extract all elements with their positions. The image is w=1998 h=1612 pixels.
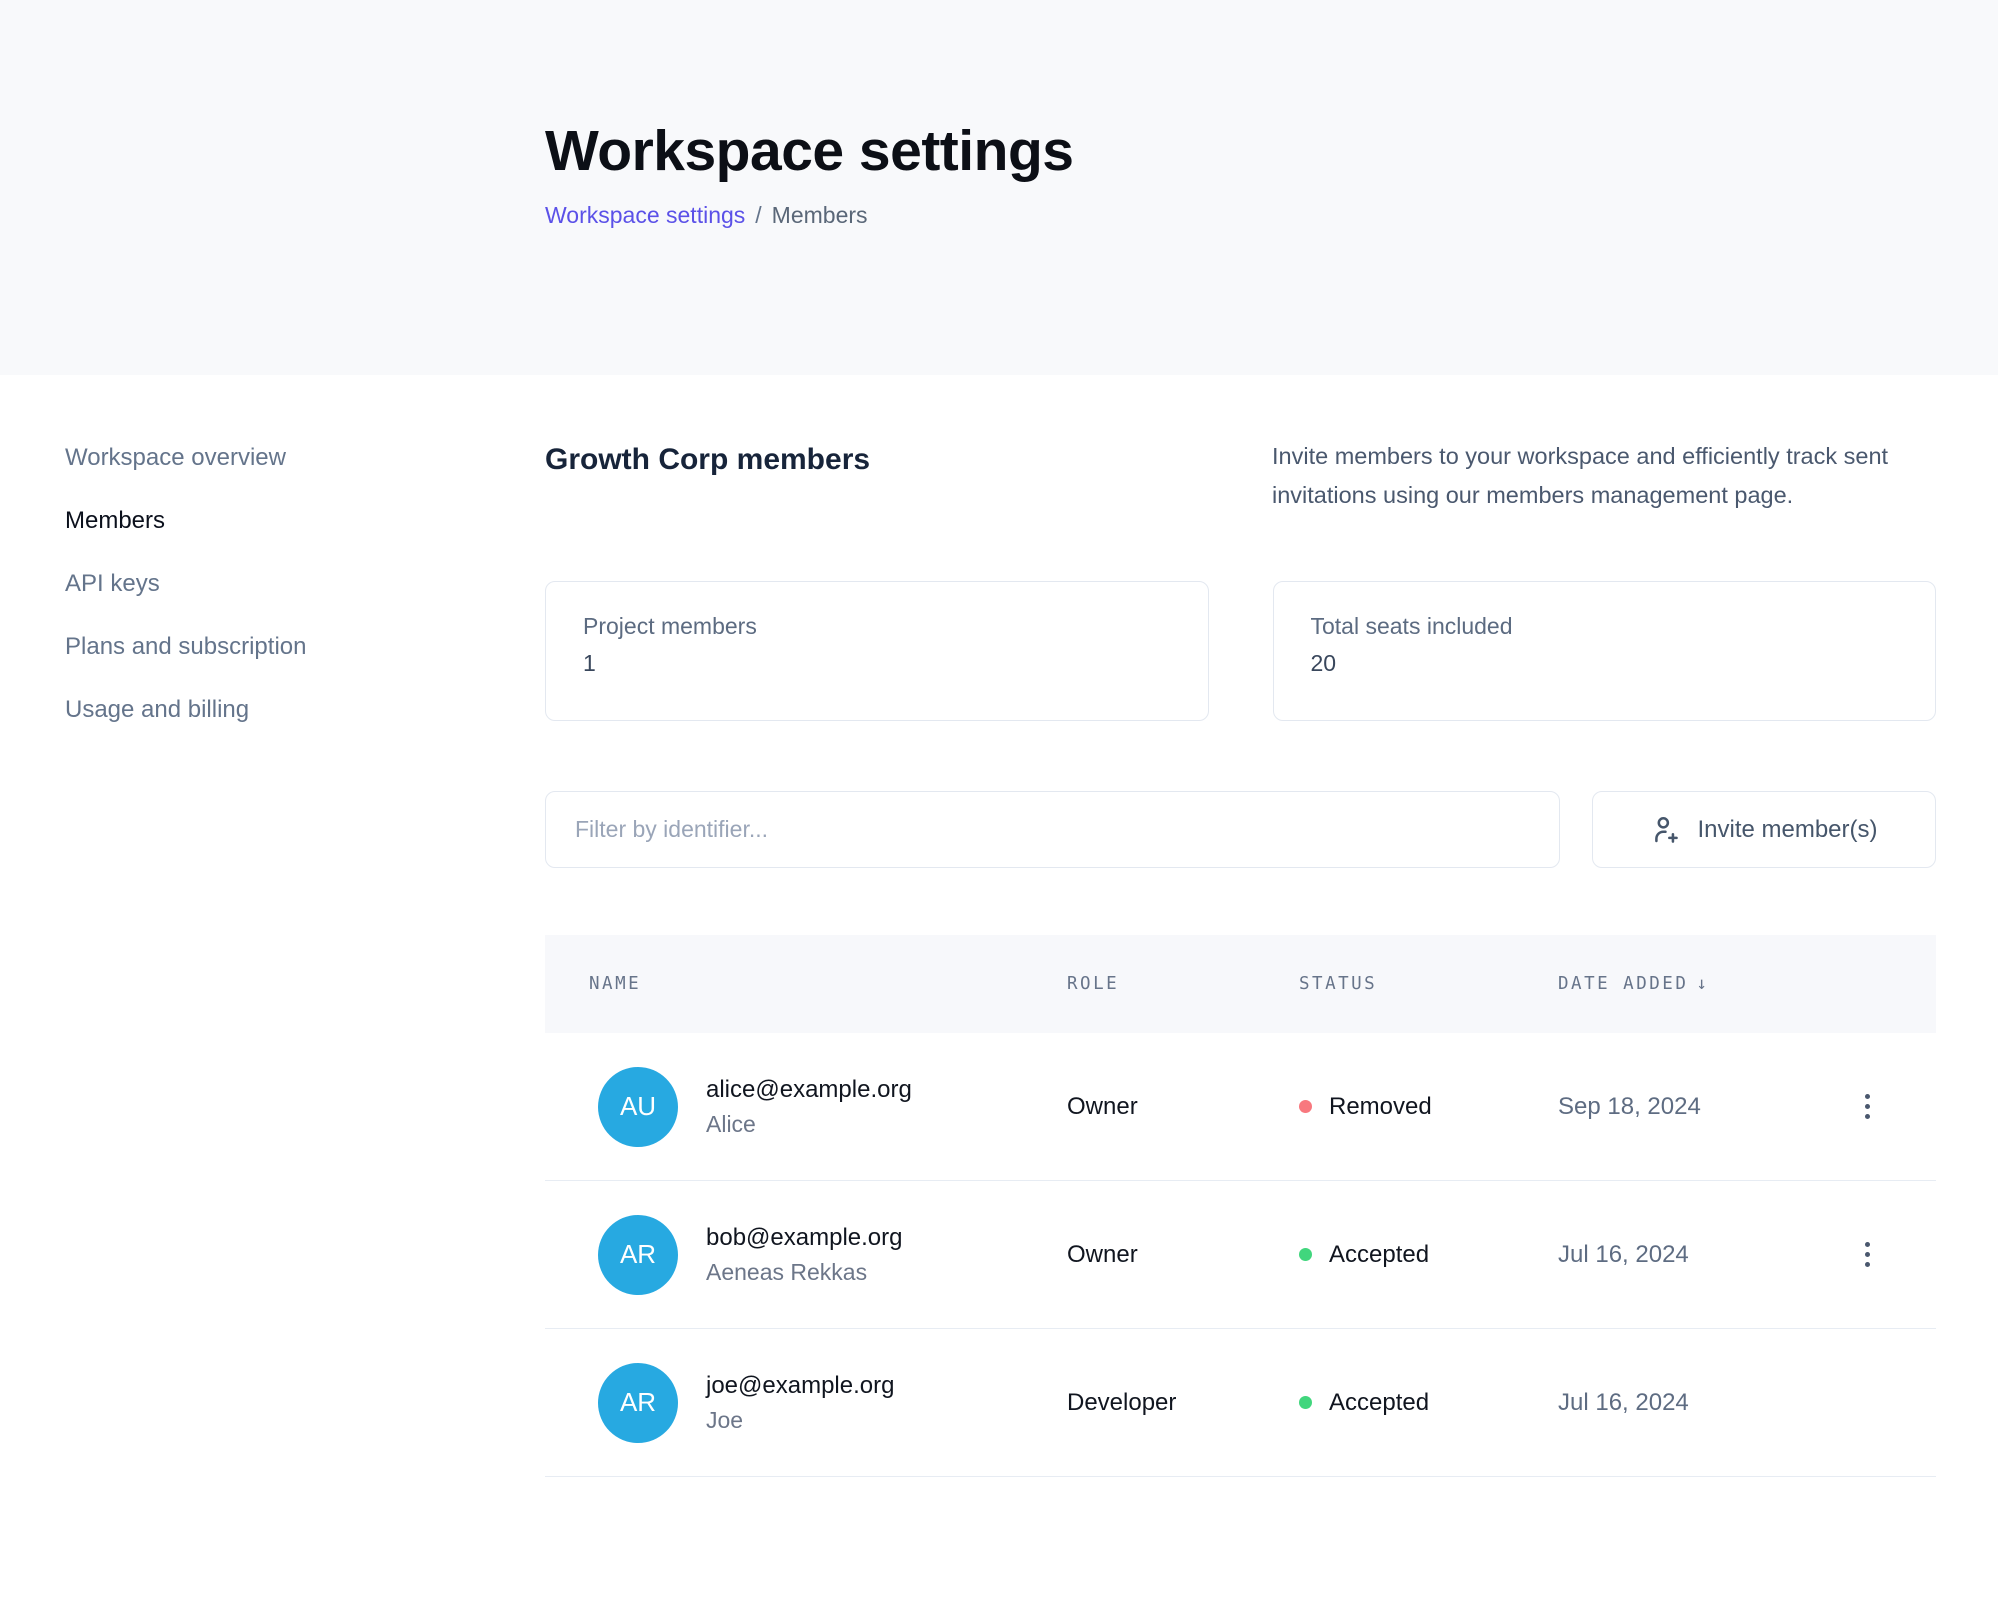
member-date-added: Jul 16, 2024 (1558, 1389, 1790, 1417)
breadcrumb-link[interactable]: Workspace settings (545, 202, 745, 229)
stat-label: Project members (583, 613, 1208, 640)
members-main: Growth Corp members Invite members to yo… (545, 375, 1936, 1477)
member-status: Accepted (1329, 1241, 1429, 1269)
member-role: Owner (1067, 1241, 1299, 1269)
member-status-cell: Accepted (1299, 1241, 1558, 1269)
column-header-role[interactable]: ROLE (1067, 974, 1299, 994)
avatar: AR (598, 1363, 678, 1443)
member-name: Alice (706, 1111, 912, 1138)
person-plus-icon (1650, 814, 1682, 846)
column-header-date-added[interactable]: DATE ADDED↓ (1558, 974, 1790, 994)
breadcrumb-separator: / (755, 202, 761, 229)
member-email: joe@example.org (706, 1372, 894, 1400)
member-status-cell: Removed (1299, 1093, 1558, 1121)
member-name-cell: AR joe@example.org Joe (545, 1363, 1067, 1443)
member-email: bob@example.org (706, 1224, 902, 1252)
member-status: Removed (1329, 1093, 1432, 1121)
invite-members-button[interactable]: Invite member(s) (1592, 791, 1936, 868)
column-header-status[interactable]: STATUS (1299, 974, 1558, 994)
stat-card-project-members: Project members 1 (545, 581, 1209, 721)
status-dot (1299, 1396, 1312, 1409)
stat-label: Total seats included (1311, 613, 1936, 640)
table-row: AU alice@example.org Alice Owner Removed… (545, 1033, 1936, 1181)
page-title: Workspace settings (545, 118, 1998, 184)
sidebar-item-workspace-overview[interactable]: Workspace overview (65, 443, 485, 473)
member-date-added: Sep 18, 2024 (1558, 1093, 1790, 1121)
avatar-initials: AR (620, 1387, 656, 1418)
sidebar-item-members[interactable]: Members (65, 506, 485, 536)
settings-sidebar: Workspace overview Members API keys Plans a… (65, 443, 485, 725)
status-dot (1299, 1100, 1312, 1113)
table-header-row: NAME ROLE STATUS DATE ADDED↓ (545, 935, 1936, 1033)
breadcrumb-current: Members (772, 202, 868, 229)
row-menu-button[interactable] (1855, 1234, 1880, 1275)
sidebar-item-usage-and-billing[interactable]: Usage and billing (65, 695, 485, 725)
stat-value: 20 (1311, 650, 1936, 677)
members-table: NAME ROLE STATUS DATE ADDED↓ AU alice@ex… (545, 935, 1936, 1477)
members-intro: Growth Corp members Invite members to yo… (545, 437, 1936, 515)
table-row: AR joe@example.org Joe Developer Accepte… (545, 1329, 1936, 1477)
status-dot (1299, 1248, 1312, 1261)
row-actions-cell (1790, 1234, 1936, 1275)
breadcrumb: Workspace settings / Members (545, 202, 1998, 229)
member-date-added: Jul 16, 2024 (1558, 1241, 1790, 1269)
avatar: AR (598, 1215, 678, 1295)
sidebar-item-plans-and-subscription[interactable]: Plans and subscription (65, 632, 485, 662)
kebab-icon (1865, 1094, 1870, 1099)
sort-descending-icon: ↓ (1696, 974, 1707, 994)
member-name: Joe (706, 1407, 894, 1434)
avatar-initials: AU (620, 1091, 656, 1122)
table-row: AR bob@example.org Aeneas Rekkas Owner A… (545, 1181, 1936, 1329)
member-status-cell: Accepted (1299, 1389, 1558, 1417)
avatar: AU (598, 1067, 678, 1147)
column-header-name[interactable]: NAME (545, 974, 1067, 994)
member-name: Aeneas Rekkas (706, 1259, 902, 1286)
stat-card-total-seats: Total seats included 20 (1273, 581, 1937, 721)
invite-members-label: Invite member(s) (1697, 816, 1877, 844)
stat-cards: Project members 1 Total seats included 2… (545, 581, 1936, 721)
row-actions-cell (1790, 1086, 1936, 1127)
sidebar-item-api-keys[interactable]: API keys (65, 569, 485, 599)
filter-input[interactable] (545, 791, 1560, 868)
table-body: AU alice@example.org Alice Owner Removed… (545, 1033, 1936, 1477)
member-email: alice@example.org (706, 1076, 912, 1104)
page-header: Workspace settings Workspace settings / … (0, 0, 1998, 375)
filter-row: Invite member(s) (545, 791, 1936, 868)
member-name-cell: AU alice@example.org Alice (545, 1067, 1067, 1147)
member-name-cell: AR bob@example.org Aeneas Rekkas (545, 1215, 1067, 1295)
stat-value: 1 (583, 650, 1208, 677)
member-role: Developer (1067, 1389, 1299, 1417)
member-role: Owner (1067, 1093, 1299, 1121)
section-description: Invite members to your workspace and eff… (1272, 437, 1936, 515)
member-status: Accepted (1329, 1389, 1429, 1417)
kebab-icon (1865, 1242, 1870, 1247)
section-heading: Growth Corp members (545, 443, 870, 477)
avatar-initials: AR (620, 1239, 656, 1270)
row-menu-button[interactable] (1855, 1086, 1880, 1127)
